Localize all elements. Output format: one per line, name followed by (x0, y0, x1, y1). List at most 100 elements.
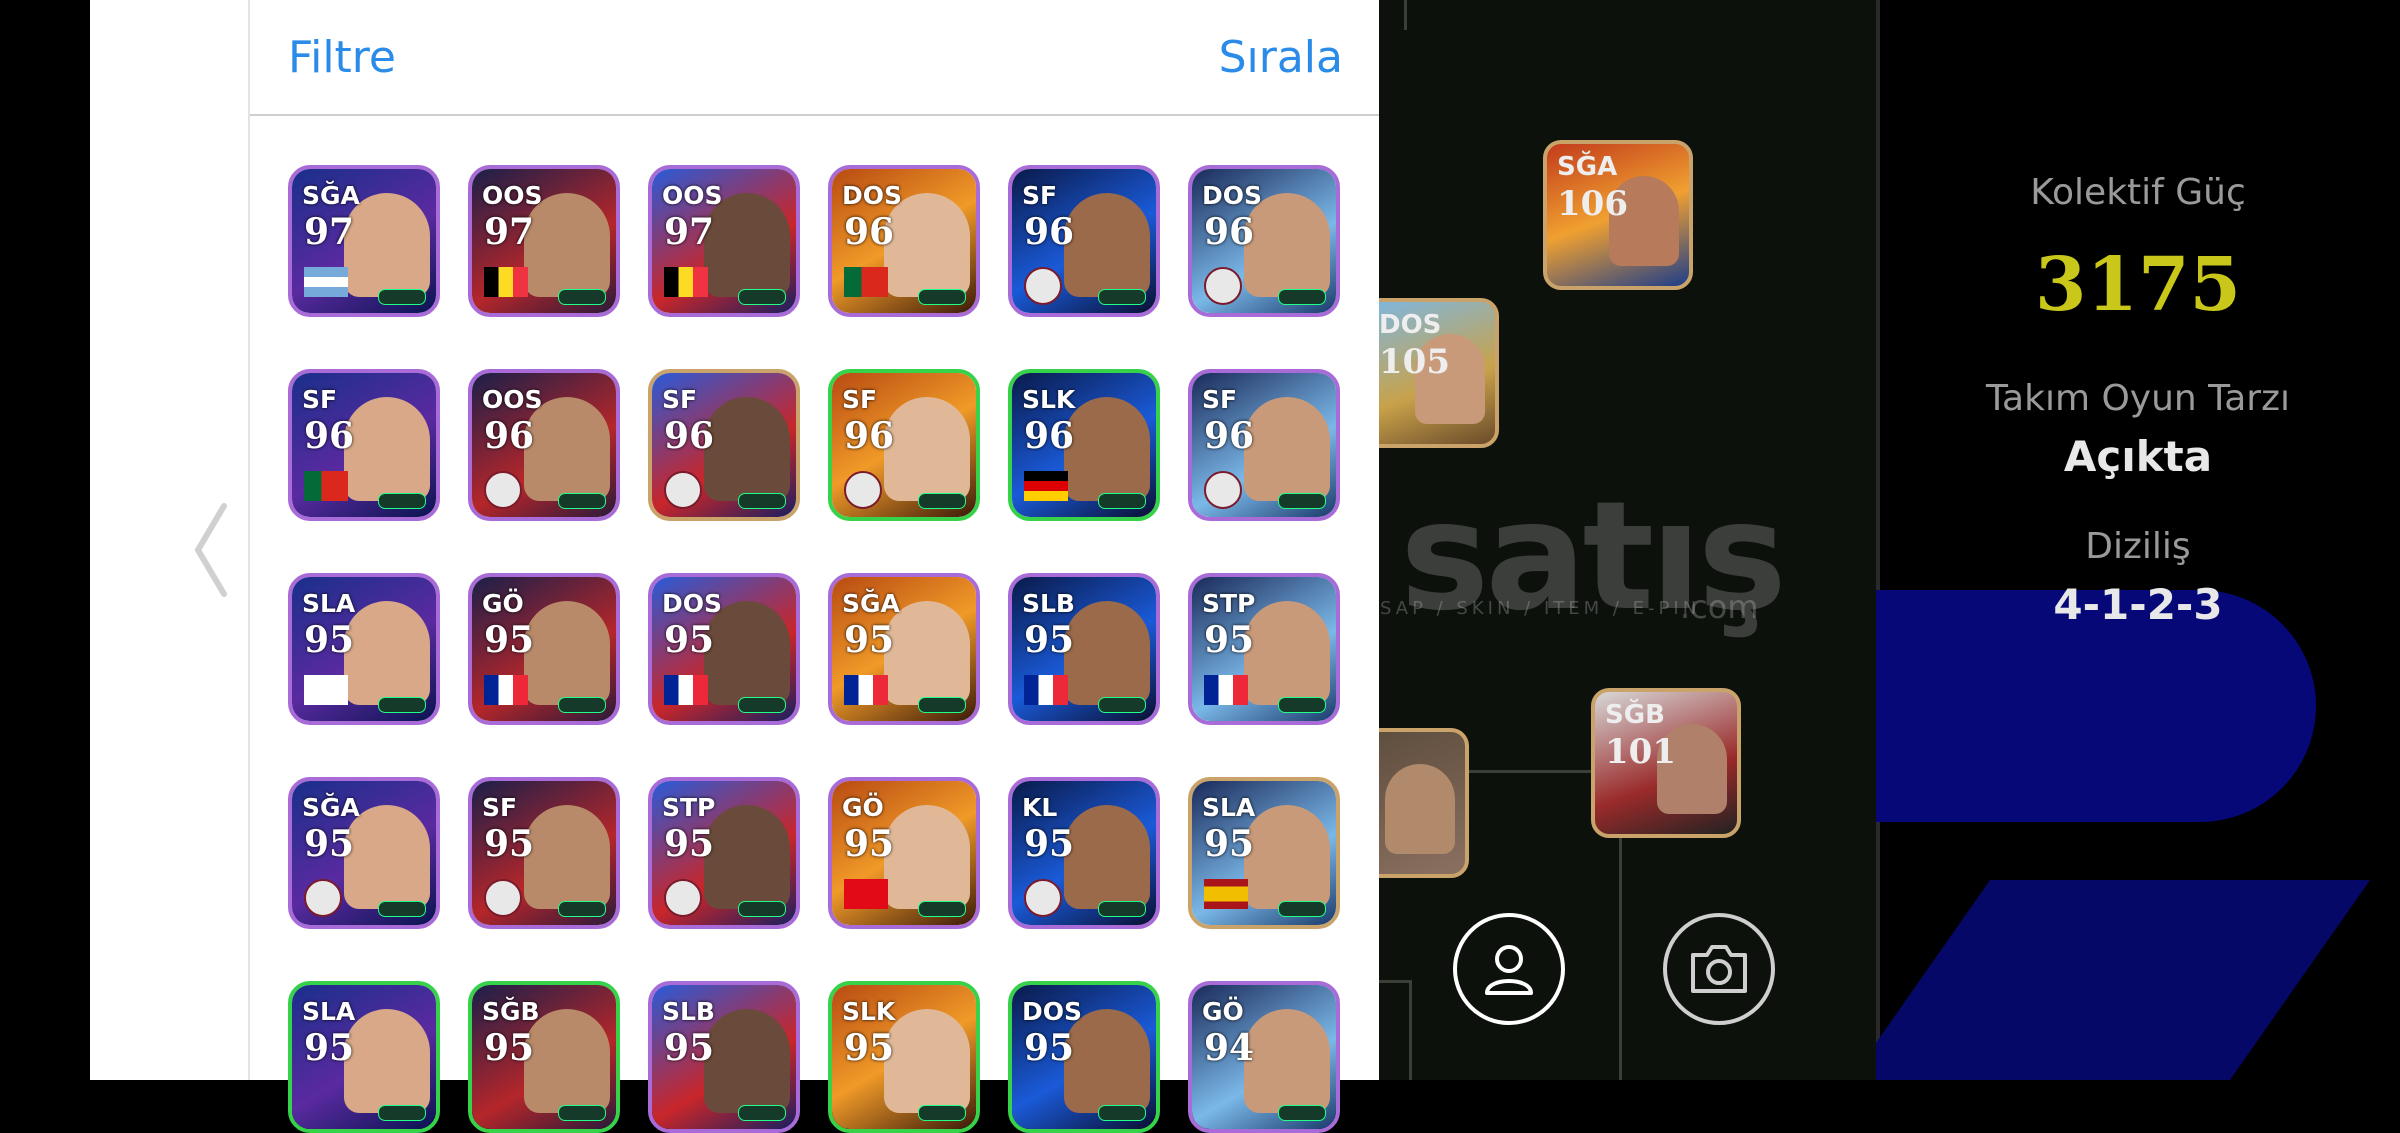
profile-button[interactable] (1453, 913, 1565, 1025)
formation-card[interactable]: SĞB 101 (1591, 688, 1741, 838)
player-card[interactable]: GÖ 95 (468, 573, 620, 725)
club-badge-flag-icon (304, 879, 342, 917)
player-card[interactable]: SLK 95 (828, 981, 980, 1133)
player-face (884, 805, 970, 909)
card-rating: 95 (304, 823, 355, 865)
formation-label: Diziliş (2085, 526, 2191, 567)
filter-button[interactable]: Filtre (288, 32, 396, 83)
player-card[interactable]: SLA 95 (288, 573, 440, 725)
player-card[interactable]: SF 96 (288, 369, 440, 521)
chevron-left-icon[interactable] (190, 500, 230, 600)
card-rating: 96 (1024, 211, 1075, 253)
card-position: SF (302, 385, 338, 414)
player-card[interactable]: OOS 97 (468, 165, 620, 317)
skill-chip-icon (738, 901, 786, 917)
player-card[interactable]: SLB 95 (648, 981, 800, 1133)
camera-icon (1691, 945, 1747, 993)
card-rating: 97 (664, 211, 715, 253)
sort-button[interactable]: Sırala (1219, 32, 1343, 83)
card-position: SLB (662, 997, 715, 1026)
player-card[interactable]: STP 95 (1188, 573, 1340, 725)
player-face (704, 805, 790, 909)
player-card[interactable]: SLK 96 (1008, 369, 1160, 521)
player-card[interactable]: DOS 96 (828, 165, 980, 317)
player-face (884, 1009, 970, 1113)
player-face (1244, 805, 1330, 909)
card-rating: 105 (1379, 342, 1450, 382)
play-style-label: Takım Oyun Tarzı (1986, 378, 2290, 419)
skill-chip-icon (738, 289, 786, 305)
skill-chip-icon (1278, 493, 1326, 509)
card-position: DOS (1022, 997, 1083, 1026)
card-position: DOS (662, 589, 723, 618)
player-face (1244, 397, 1330, 501)
portugal-flag-icon (844, 267, 888, 297)
skill-chip-icon (1098, 1105, 1146, 1121)
player-face (1064, 601, 1150, 705)
player-card[interactable]: SLB 95 (1008, 573, 1160, 725)
player-card[interactable]: SĞA 95 (828, 573, 980, 725)
player-card[interactable]: SF 95 (468, 777, 620, 929)
player-face (1064, 805, 1150, 909)
korea-flag-icon (304, 675, 348, 705)
player-card[interactable]: DOS 96 (1188, 165, 1340, 317)
skill-chip-icon (558, 1105, 606, 1121)
formation-card[interactable] (1379, 728, 1469, 878)
player-card[interactable]: GÖ 95 (828, 777, 980, 929)
player-card[interactable]: SF 96 (648, 369, 800, 521)
player-face (704, 397, 790, 501)
player-card[interactable]: OOS 96 (468, 369, 620, 521)
club-badge-flag-icon (844, 471, 882, 509)
player-card[interactable]: KL 95 (1008, 777, 1160, 929)
card-position: GÖ (1202, 997, 1244, 1026)
skill-chip-icon (918, 493, 966, 509)
pitch-line (1379, 980, 1409, 983)
player-card[interactable]: DOS 95 (1008, 981, 1160, 1133)
player-card[interactable]: SF 96 (828, 369, 980, 521)
watermark-tagline: SAP / SKIN / ITEM / E-PIN (1380, 598, 1701, 619)
club-badge-flag-icon (1204, 267, 1242, 305)
card-rating: 95 (1204, 823, 1255, 865)
play-style-value: Açıkta (2063, 432, 2213, 481)
player-card[interactable]: SĞA 97 (288, 165, 440, 317)
player-card[interactable]: SLA 95 (1188, 777, 1340, 929)
card-position: SĞB (1605, 700, 1665, 730)
camera-button[interactable] (1663, 913, 1775, 1025)
skill-chip-icon (738, 1105, 786, 1121)
player-card[interactable]: SLA 95 (288, 981, 440, 1133)
player-face (524, 601, 610, 705)
player-card[interactable]: DOS 95 (648, 573, 800, 725)
card-position: SF (482, 793, 518, 822)
player-face (1064, 193, 1150, 297)
player-card[interactable]: GÖ 94 (1188, 981, 1340, 1133)
france-flag-icon (1024, 675, 1068, 705)
player-card[interactable]: STP 95 (648, 777, 800, 929)
left-black-bar (0, 0, 90, 1080)
skill-chip-icon (558, 289, 606, 305)
player-card[interactable]: SĞB 95 (468, 981, 620, 1133)
skill-chip-icon (918, 901, 966, 917)
player-card[interactable]: SF 96 (1008, 165, 1160, 317)
france-flag-icon (484, 675, 528, 705)
skill-chip-icon (918, 1105, 966, 1121)
card-position: OOS (662, 181, 723, 210)
card-position: SLB (1022, 589, 1075, 618)
card-position: SLK (1022, 385, 1076, 414)
player-card[interactable]: SF 96 (1188, 369, 1340, 521)
skill-chip-icon (558, 697, 606, 713)
player-face (1064, 397, 1150, 501)
player-face (1244, 1009, 1330, 1113)
player-card[interactable]: SĞA 95 (288, 777, 440, 929)
skill-chip-icon (378, 493, 426, 509)
card-position: SLA (302, 997, 356, 1026)
barcelona-badge-flag-icon (1024, 879, 1062, 917)
card-position: STP (662, 793, 716, 822)
formation-card[interactable]: SĞA 106 (1543, 140, 1693, 290)
card-rating: 95 (664, 1027, 715, 1069)
formation-value: 4-1-2-3 (2053, 580, 2223, 629)
formation-card[interactable]: DOS 105 (1379, 298, 1499, 448)
card-rating: 97 (304, 211, 355, 253)
player-card[interactable]: OOS 97 (648, 165, 800, 317)
belgium-flag-icon (664, 267, 708, 297)
card-rating: 95 (1024, 823, 1075, 865)
